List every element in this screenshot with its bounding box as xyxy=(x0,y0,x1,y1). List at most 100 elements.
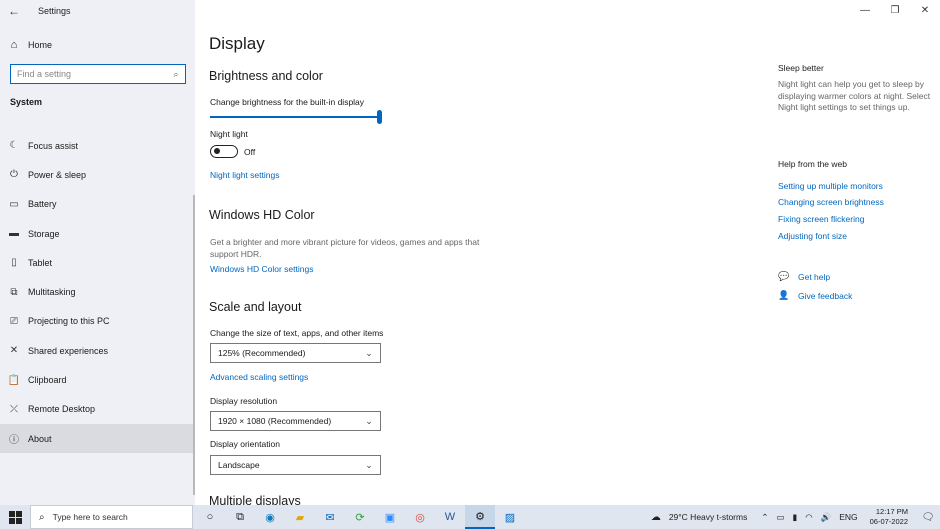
give-feedback-link[interactable]: Give feedback xyxy=(798,291,852,301)
size-label: Change the size of text, apps, and other… xyxy=(210,328,384,338)
chrome-icon[interactable]: ◎ xyxy=(405,505,435,529)
chevron-up-icon[interactable]: ⌃ xyxy=(761,512,768,523)
clipboard-icon: 📋 xyxy=(7,374,21,386)
sidebar-item-clipboard[interactable]: 📋 Clipboard xyxy=(0,365,195,394)
clock-date: 06-07-2022 xyxy=(869,517,908,526)
page-title: Display xyxy=(209,34,265,53)
night-light-toggle[interactable] xyxy=(210,145,238,158)
section-title-brightness: Brightness and color xyxy=(209,69,323,83)
sidebar-item-focus-assist[interactable]: ☾ Focus assist xyxy=(0,131,195,160)
multitasking-icon: ⧉ xyxy=(10,286,18,298)
sidebar-item-label: Remote Desktop xyxy=(28,404,96,415)
mail-icon[interactable]: ✉ xyxy=(315,505,345,529)
sidebar-item-label: Focus assist xyxy=(28,140,79,151)
link-screen-flickering[interactable]: Fixing screen flickering xyxy=(778,214,864,224)
brightness-slider[interactable] xyxy=(210,110,382,124)
windows-logo-icon xyxy=(8,510,22,524)
resolution-label: Display resolution xyxy=(210,396,278,406)
slider-fill xyxy=(210,116,382,118)
file-explorer-icon[interactable]: ▰ xyxy=(285,505,315,529)
chevron-down-icon: ⌄ xyxy=(365,347,373,358)
sidebar-item-home[interactable]: ⌂ Home xyxy=(0,36,195,54)
scale-dropdown[interactable]: 125% (Recommended) ⌄ xyxy=(210,343,381,363)
zoom-icon[interactable]: ▣ xyxy=(375,505,405,529)
hd-color-settings-link[interactable]: Windows HD Color settings xyxy=(210,264,313,274)
sidebar-item-remote-desktop[interactable]: ⤫ Remote Desktop xyxy=(0,395,195,424)
scale-value: 125% (Recommended) xyxy=(218,348,306,358)
cloud-icon: ☁ xyxy=(650,511,661,523)
search-input[interactable] xyxy=(17,69,167,79)
word-icon[interactable]: W xyxy=(435,505,465,529)
main-content: — ❐ ✕ Display Brightness and color Chang… xyxy=(195,0,940,505)
minimize-icon[interactable]: — xyxy=(850,0,880,20)
give-feedback-row[interactable]: 👤 Give feedback xyxy=(778,290,852,301)
link-multiple-monitors[interactable]: Setting up multiple monitors xyxy=(778,181,883,191)
start-button[interactable] xyxy=(0,505,30,529)
wifi-icon[interactable]: ◠ xyxy=(805,512,812,523)
settings-icon[interactable]: ⚙ xyxy=(465,505,495,529)
get-help-link[interactable]: Get help xyxy=(798,272,830,282)
about-icon: ⓘ xyxy=(9,435,19,447)
night-light-settings-link[interactable]: Night light settings xyxy=(210,170,279,180)
taskbar-search-text: Type here to search xyxy=(52,512,128,522)
sidebar-item-label: Tablet xyxy=(28,257,53,268)
tablet-icon: ▯ xyxy=(11,257,17,269)
task-view-icon[interactable]: ⧉ xyxy=(225,505,255,529)
close-icon[interactable]: ✕ xyxy=(910,0,940,20)
moon-icon: ☾ xyxy=(9,140,19,152)
sidebar-item-multitasking[interactable]: ⧉ Multitasking xyxy=(0,277,195,306)
sidebar-item-projecting[interactable]: ⎚ Projecting to this PC xyxy=(0,307,195,336)
search-box[interactable]: ⌕ xyxy=(10,64,186,84)
section-title-hd-color: Windows HD Color xyxy=(209,208,315,222)
taskbar-search[interactable]: ⌕ Type here to search xyxy=(30,505,193,529)
toggle-knob xyxy=(214,148,220,154)
sidebar-item-tablet[interactable]: ▯ Tablet xyxy=(0,248,195,277)
sidebar-item-storage[interactable]: ▬ Storage xyxy=(0,219,195,248)
weather-widget[interactable]: ☁ 29°C Heavy t-storms xyxy=(651,512,748,523)
language-indicator[interactable]: ENG xyxy=(839,512,857,522)
orientation-dropdown[interactable]: Landscape ⌄ xyxy=(210,455,381,475)
link-screen-brightness[interactable]: Changing screen brightness xyxy=(778,197,884,207)
sidebar-item-about[interactable]: ⓘ About xyxy=(0,423,195,454)
sidebar-item-label: Power & sleep xyxy=(28,169,87,180)
chat-icon: 💬 xyxy=(778,271,790,281)
get-help-row[interactable]: 💬 Get help xyxy=(778,271,830,282)
restore-icon[interactable]: ❐ xyxy=(880,0,910,20)
title-bar: ← Settings xyxy=(0,0,195,22)
battery-icon: ▭ xyxy=(9,198,19,210)
section-label-system: System xyxy=(10,97,43,107)
hd-color-description: Get a brighter and more vibrant picture … xyxy=(210,237,480,259)
sidebar-item-power-sleep[interactable]: ⏻ Power & sleep xyxy=(0,160,195,189)
remote-desktop-icon: ⤫ xyxy=(10,403,18,415)
power-icon: ⏻ xyxy=(10,169,18,181)
resolution-value: 1920 × 1080 (Recommended) xyxy=(218,416,332,426)
battery-icon[interactable]: ▮ xyxy=(793,512,798,523)
brightness-label: Change brightness for the built-in displ… xyxy=(210,97,365,107)
night-light-label: Night light xyxy=(210,129,248,139)
resolution-dropdown[interactable]: 1920 × 1080 (Recommended) ⌄ xyxy=(210,411,381,431)
sidebar-item-label: Storage xyxy=(28,228,60,239)
sidebar-item-battery[interactable]: ▭ Battery xyxy=(0,190,195,219)
chevron-down-icon: ⌄ xyxy=(365,415,373,426)
orientation-label: Display orientation xyxy=(210,439,280,449)
edge-icon[interactable]: ◉ xyxy=(255,505,285,529)
back-arrow-icon[interactable]: ← xyxy=(0,0,28,22)
sidebar-nav: ☾ Focus assist ⏻ Power & sleep ▭ Battery… xyxy=(0,131,195,454)
volume-icon[interactable]: 🔊 xyxy=(821,512,832,523)
link-font-size[interactable]: Adjusting font size xyxy=(778,231,847,241)
shared-experiences-icon: ✕ xyxy=(9,345,19,357)
notification-icon[interactable]: 🗨 xyxy=(916,512,940,523)
sidebar-item-shared-experiences[interactable]: ✕ Shared experiences xyxy=(0,336,195,365)
clock[interactable]: 12:17 PM 06-07-2022 xyxy=(870,507,908,527)
help-web-title: Help from the web xyxy=(778,159,847,169)
network-icon[interactable]: ▭ xyxy=(776,512,784,523)
clock-time: 12:17 PM xyxy=(875,507,908,516)
search-icon[interactable]: ⌕ xyxy=(167,69,185,80)
refresh-app-icon[interactable]: ⟳ xyxy=(345,505,375,529)
advanced-scaling-link[interactable]: Advanced scaling settings xyxy=(210,372,308,382)
photos-icon[interactable]: ▨ xyxy=(495,505,525,529)
sidebar: ← Settings ⌂ Home ⌕ System ☾ Focus assis… xyxy=(0,0,195,505)
slider-thumb[interactable] xyxy=(377,110,382,124)
cortana-icon[interactable]: ○ xyxy=(195,505,225,529)
orientation-value: Landscape xyxy=(218,460,260,470)
